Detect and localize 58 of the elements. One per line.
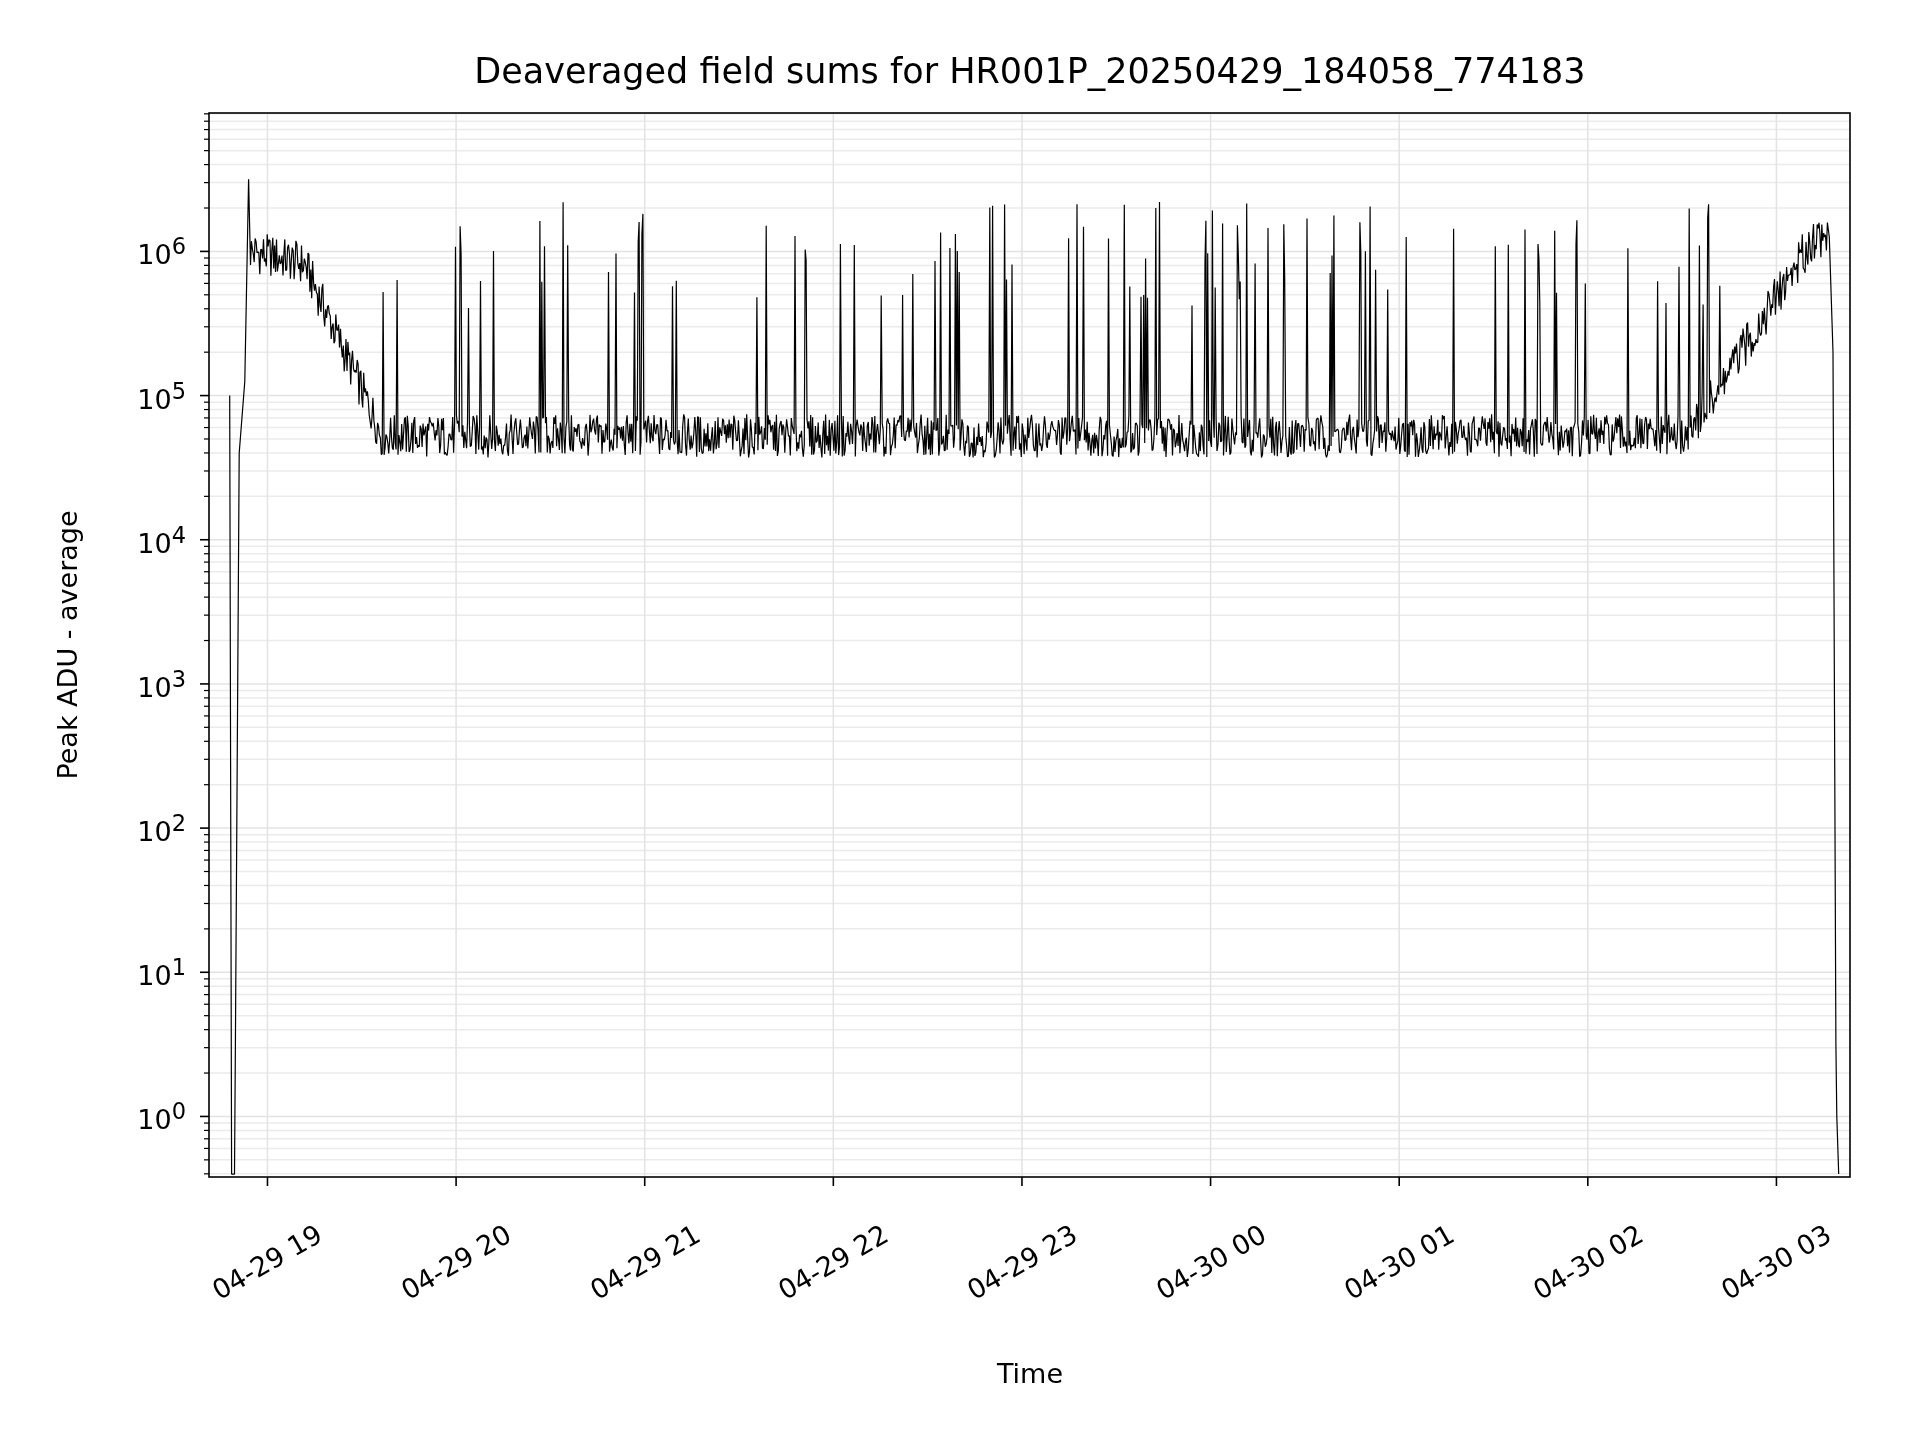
tick-mark <box>203 571 210 573</box>
tick-mark <box>1021 1176 1023 1187</box>
tick-mark <box>203 294 210 296</box>
tick-mark <box>203 495 210 497</box>
tick-mark <box>203 438 210 440</box>
tick-mark <box>203 614 210 616</box>
chart-title: Deaveraged field sums for HR001P_20250429_184058_774183 <box>474 51 1586 91</box>
tick-mark <box>199 683 210 685</box>
tick-mark <box>203 928 210 930</box>
tick-mark <box>203 596 210 598</box>
tick-mark <box>203 884 210 887</box>
tick-mark <box>203 715 210 717</box>
tick-mark <box>1775 1176 1778 1187</box>
tick-mark <box>203 784 210 786</box>
y-tick-label: 10$^{0}$ <box>137 1097 186 1135</box>
tick-mark <box>1587 1176 1589 1187</box>
tick-mark <box>455 1176 457 1187</box>
tick-mark <box>832 1176 835 1187</box>
tick-mark <box>203 1072 210 1074</box>
tick-mark <box>266 1176 269 1187</box>
tick-mark <box>203 639 210 642</box>
tick-mark <box>203 164 210 166</box>
tick-mark <box>203 726 210 728</box>
tick-mark <box>203 308 210 310</box>
tick-mark <box>203 351 210 353</box>
tick-mark <box>203 452 210 454</box>
y-tick-label: 10$^{3}$ <box>137 665 186 703</box>
y-axis-label: Peak ADU - average <box>51 510 83 780</box>
tick-mark <box>203 1047 210 1049</box>
tick-mark <box>203 902 210 905</box>
tick-mark <box>203 470 210 472</box>
y-tick-label: 10$^{1}$ <box>137 953 186 991</box>
tick-mark <box>203 326 210 328</box>
tick-mark <box>203 1159 210 1161</box>
tick-mark <box>203 1015 210 1017</box>
tick-mark <box>203 758 210 760</box>
tick-mark <box>203 1173 210 1175</box>
tick-mark <box>199 827 210 829</box>
tick-mark <box>199 538 210 541</box>
tick-mark <box>199 1115 210 1118</box>
y-tick-label: 10$^{4}$ <box>137 521 186 559</box>
tick-mark <box>199 971 210 974</box>
tick-mark <box>203 582 210 584</box>
x-axis-label: Time <box>996 1357 1064 1389</box>
tick-mark <box>643 1176 646 1187</box>
tick-mark <box>1398 1176 1400 1187</box>
y-tick-label: 10$^{5}$ <box>137 377 186 415</box>
tick-mark <box>203 207 210 209</box>
tick-mark <box>203 150 210 152</box>
tick-mark <box>199 394 210 397</box>
tick-mark <box>199 250 210 253</box>
tick-mark <box>203 1029 210 1031</box>
tick-mark <box>203 870 210 873</box>
y-tick-label: 10$^{6}$ <box>137 232 186 270</box>
tick-mark <box>1209 1176 1212 1187</box>
y-tick-label: 10$^{2}$ <box>137 809 186 847</box>
tick-mark <box>203 740 210 742</box>
tick-mark <box>203 182 210 184</box>
